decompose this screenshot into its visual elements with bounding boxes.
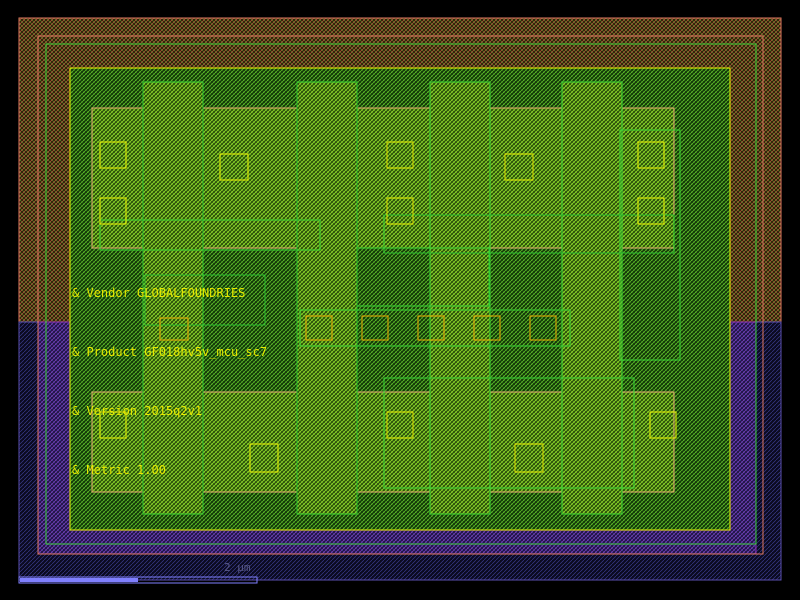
annotation-metric: & Metric 1.00 xyxy=(72,463,166,477)
scale-bar-label: 2 µm xyxy=(224,561,251,574)
annotation-product: & Product GF018hv5v_mcu_sc7 xyxy=(72,345,267,359)
layout-canvas[interactable]: & Vendor GLOBALFOUNDRIES & Product GF018… xyxy=(0,0,800,600)
annotation-version: & Version 2015q2v1 xyxy=(72,404,202,418)
annotation-vendor: & Vendor GLOBALFOUNDRIES xyxy=(72,286,245,300)
